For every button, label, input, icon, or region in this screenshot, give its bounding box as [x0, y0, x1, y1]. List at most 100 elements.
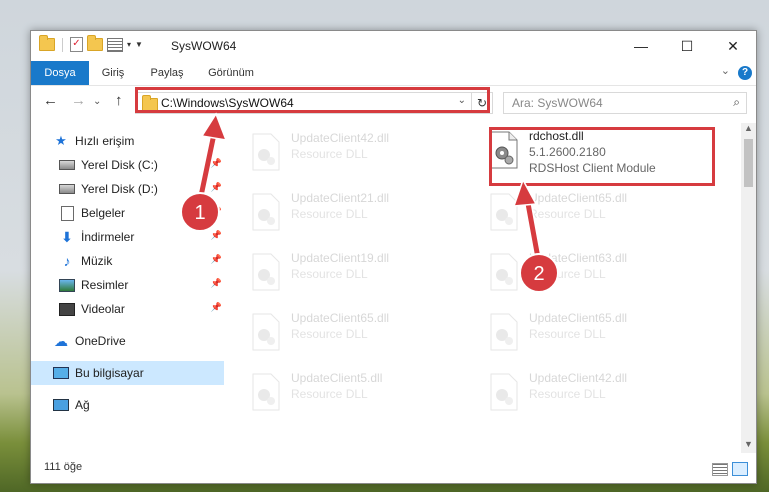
- videos-icon: [59, 302, 75, 316]
- tab-home[interactable]: Giriş: [93, 61, 133, 85]
- details-view-icon[interactable]: [712, 463, 728, 476]
- vertical-scrollbar[interactable]: ▲ ▼: [741, 123, 756, 453]
- star-icon: ★: [55, 133, 67, 148]
- sidebar-item-local-disk-c[interactable]: Yerel Disk (C:) 📌: [31, 153, 224, 177]
- item-count: 111 öğe: [44, 461, 83, 473]
- file-item[interactable]: UpdateClient65.dll Resource DLL: [475, 309, 700, 361]
- pin-icon[interactable]: 📌: [211, 230, 222, 241]
- view-options-icon[interactable]: [107, 37, 123, 52]
- scroll-down-icon[interactable]: ▼: [741, 439, 756, 453]
- new-folder-icon[interactable]: [87, 35, 103, 51]
- file-name: UpdateClient5.dll: [291, 371, 383, 385]
- pictures-icon: [59, 278, 75, 292]
- this-pc-icon: [53, 366, 69, 380]
- tab-share[interactable]: Paylaş: [143, 61, 191, 85]
- sidebar-item-label: Müzik: [81, 254, 113, 268]
- customize-toolbar-icon[interactable]: ▼: [135, 40, 143, 49]
- sidebar-item-label: Yerel Disk (C:): [81, 158, 158, 172]
- tab-file[interactable]: Dosya: [31, 61, 89, 85]
- file-item[interactable]: UpdateClient21.dll Resource DLL: [237, 189, 462, 241]
- drive-icon: [59, 182, 75, 196]
- maximize-button[interactable]: ☐: [664, 31, 710, 61]
- tiles-view-icon[interactable]: [732, 462, 748, 476]
- file-name: UpdateClient65.dll: [529, 311, 628, 325]
- dll-file-icon: [252, 193, 280, 231]
- target-file-highlight-box: [489, 127, 715, 186]
- address-highlight-box: [135, 87, 490, 113]
- file-name: UpdateClient21.dll: [291, 191, 390, 205]
- minimize-button[interactable]: —: [618, 31, 664, 61]
- file-type: Resource DLL: [291, 387, 368, 401]
- sidebar-item-downloads[interactable]: ⬇ İndirmeler 📌: [31, 225, 224, 249]
- dll-file-icon: [490, 313, 518, 351]
- scrollbar-thumb[interactable]: [744, 139, 753, 187]
- file-type: Resource DLL: [529, 267, 606, 281]
- expand-ribbon-icon[interactable]: ⌄: [721, 64, 730, 77]
- chevron-down-icon[interactable]: ▾: [127, 40, 131, 49]
- ribbon: Dosya Giriş Paylaş Görünüm ⌄ ?: [31, 61, 756, 86]
- sidebar-item-label: Yerel Disk (D:): [81, 182, 158, 196]
- pin-icon[interactable]: 📌: [211, 278, 222, 289]
- window-title: SysWOW64: [171, 39, 237, 53]
- file-type: Resource DLL: [291, 207, 368, 221]
- file-item[interactable]: UpdateClient42.dll Resource DLL: [475, 369, 700, 421]
- file-item[interactable]: UpdateClient63.dll Resource DLL: [475, 249, 700, 301]
- navigation-pane: ★ Hızlı erişim Yerel Disk (C:) 📌 Yerel D…: [31, 123, 224, 453]
- sidebar-item-pictures[interactable]: Resimler 📌: [31, 273, 224, 297]
- documents-icon: [59, 205, 75, 221]
- file-item[interactable]: UpdateClient65.dll Resource DLL: [475, 189, 700, 241]
- pin-icon[interactable]: 📌: [211, 182, 222, 193]
- dll-file-icon: [252, 313, 280, 351]
- drive-icon: [59, 158, 75, 172]
- folder-icon[interactable]: [39, 35, 55, 51]
- sidebar-item-label: Belgeler: [81, 206, 126, 220]
- close-button[interactable]: ✕: [710, 31, 756, 61]
- file-name: UpdateClient65.dll: [529, 191, 628, 205]
- sidebar-item-quick-access[interactable]: ★ Hızlı erişim: [31, 129, 224, 153]
- dll-file-icon: [252, 133, 280, 171]
- file-item[interactable]: UpdateClient42.dll Resource DLL: [237, 129, 462, 181]
- up-arrow-icon[interactable]: ↑: [115, 92, 123, 109]
- tab-view[interactable]: Görünüm: [201, 61, 261, 85]
- file-type: Resource DLL: [291, 147, 368, 161]
- file-name: UpdateClient42.dll: [291, 131, 390, 145]
- sidebar-item-onedrive[interactable]: ☁ OneDrive: [31, 329, 224, 353]
- recent-locations-icon[interactable]: ⌄: [93, 96, 101, 107]
- explorer-window: ✓ ▾ ▼ SysWOW64 — ☐ ✕ Dosya Giriş Paylaş …: [30, 30, 757, 484]
- search-icon[interactable]: ⌕: [733, 95, 740, 110]
- sidebar-item-this-pc[interactable]: Bu bilgisayar: [31, 361, 224, 385]
- back-arrow-icon[interactable]: ←: [43, 92, 58, 109]
- sidebar-item-label: Ağ: [75, 398, 90, 412]
- file-name: UpdateClient42.dll: [529, 371, 628, 385]
- file-type: Resource DLL: [529, 327, 606, 341]
- sidebar-item-label: Hızlı erişim: [75, 134, 135, 148]
- dll-file-icon: [252, 253, 280, 291]
- properties-check-icon[interactable]: ✓: [70, 37, 83, 52]
- search-input[interactable]: Ara: SysWOW64 ⌕: [503, 92, 747, 114]
- sidebar-item-videos[interactable]: Videolar 📌: [31, 297, 224, 321]
- pin-icon[interactable]: 📌: [211, 302, 222, 313]
- sidebar-item-documents[interactable]: Belgeler 📌: [31, 201, 224, 225]
- pin-icon[interactable]: 📌: [211, 206, 222, 217]
- pin-icon[interactable]: 📌: [211, 254, 222, 265]
- file-name: UpdateClient65.dll: [291, 311, 390, 325]
- forward-arrow-icon[interactable]: →: [71, 92, 86, 109]
- file-item[interactable]: UpdateClient5.dll Resource DLL: [237, 369, 462, 421]
- help-icon[interactable]: ?: [738, 66, 752, 80]
- onedrive-icon: ☁: [54, 332, 68, 349]
- search-placeholder: Ara: SysWOW64: [512, 96, 603, 110]
- sidebar-item-local-disk-d[interactable]: Yerel Disk (D:) 📌: [31, 177, 224, 201]
- quick-access-toolbar: ✓ ▾ ▼: [39, 35, 143, 52]
- sidebar-item-music[interactable]: ♪ Müzik 📌: [31, 249, 224, 273]
- dll-file-icon: [490, 193, 518, 231]
- file-name: UpdateClient19.dll: [291, 251, 390, 265]
- file-item[interactable]: UpdateClient65.dll Resource DLL: [237, 309, 462, 361]
- pin-icon[interactable]: 📌: [211, 158, 222, 169]
- sidebar-item-label: İndirmeler: [81, 230, 135, 244]
- file-type: Resource DLL: [529, 387, 606, 401]
- sidebar-item-network[interactable]: Ağ: [31, 393, 224, 417]
- scroll-up-icon[interactable]: ▲: [741, 123, 756, 137]
- status-bar: 111 öğe: [31, 455, 756, 483]
- file-item[interactable]: UpdateClient19.dll Resource DLL: [237, 249, 462, 301]
- file-type: Resource DLL: [529, 207, 606, 221]
